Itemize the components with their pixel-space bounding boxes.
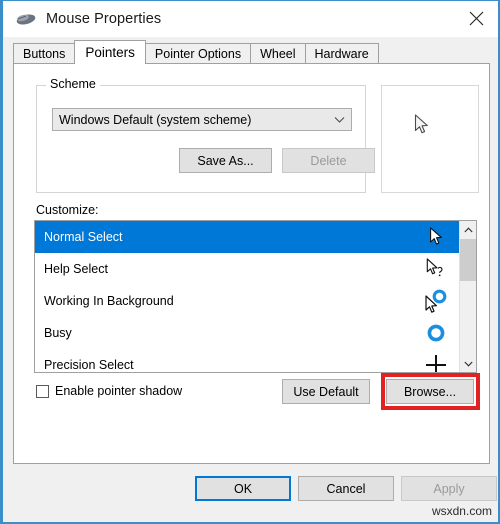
- scrollbar-up-button[interactable]: [460, 221, 476, 238]
- tab-strip: Buttons Pointers Pointer Options Wheel H…: [13, 40, 490, 64]
- list-item[interactable]: Working In Background: [35, 285, 459, 317]
- window-title: Mouse Properties: [46, 11, 162, 27]
- ok-button[interactable]: OK: [195, 476, 291, 501]
- tab-wheel[interactable]: Wheel: [250, 43, 306, 63]
- arrow-ring-cursor: [419, 286, 453, 316]
- tab-pointers[interactable]: Pointers: [74, 40, 146, 64]
- list-item-label: Working In Background: [44, 294, 174, 308]
- normal-select-arrow-cursor: [414, 114, 428, 134]
- scheme-group: Scheme Windows Default (system scheme) S…: [36, 77, 375, 193]
- apply-button: Apply: [401, 476, 497, 501]
- customize-label: Customize:: [36, 203, 99, 217]
- scheme-dropdown-value: Windows Default (system scheme): [59, 112, 252, 127]
- scrollbar-thumb[interactable]: [460, 239, 476, 281]
- arrow-question-cursor: [419, 254, 453, 284]
- tab-buttons[interactable]: Buttons: [13, 43, 76, 63]
- chevron-up-icon: [463, 226, 473, 232]
- cursor-list-scrollbar[interactable]: [459, 221, 476, 372]
- save-as-button[interactable]: Save As...: [179, 148, 272, 173]
- tab-hardware[interactable]: Hardware: [304, 43, 379, 63]
- dialog-footer: OK Cancel Apply wsxdn.com: [3, 466, 498, 522]
- enable-pointer-shadow-checkbox[interactable]: Enable pointer shadow: [36, 384, 182, 398]
- pointers-tab-panel: Scheme Windows Default (system scheme) S…: [13, 63, 490, 464]
- scheme-dropdown[interactable]: Windows Default (system scheme): [52, 108, 352, 131]
- list-item-label: Normal Select: [44, 230, 123, 244]
- close-icon: [469, 11, 483, 25]
- list-item[interactable]: Busy: [35, 317, 459, 349]
- cancel-button[interactable]: Cancel: [298, 476, 394, 501]
- checkbox-box: [36, 384, 49, 398]
- cursor-list[interactable]: Normal Select Help Select Working In Bac…: [34, 220, 477, 373]
- browse-button[interactable]: Browse...: [386, 379, 474, 404]
- delete-button: Delete: [282, 148, 375, 173]
- enable-pointer-shadow-label: Enable pointer shadow: [55, 384, 183, 398]
- list-item[interactable]: Help Select: [35, 253, 459, 285]
- list-item[interactable]: Normal Select: [35, 221, 459, 253]
- ring-busy-cursor: [419, 318, 453, 348]
- list-item-label: Precision Select: [44, 358, 134, 372]
- title-bar: Mouse Properties: [3, 1, 498, 37]
- watermark: wsxdn.com: [431, 504, 492, 518]
- cursor-list-items: Normal Select Help Select Working In Bac…: [35, 221, 459, 372]
- scrollbar-down-button[interactable]: [460, 355, 476, 372]
- list-item-label: Busy: [44, 326, 72, 340]
- scheme-group-label: Scheme: [46, 77, 100, 91]
- tab-pointer-options[interactable]: Pointer Options: [144, 43, 252, 63]
- crosshair-cursor: [419, 350, 453, 372]
- use-default-button[interactable]: Use Default: [282, 379, 370, 404]
- cursor-preview-pane: [381, 85, 479, 193]
- arrow-cursor: [419, 222, 453, 252]
- list-item-label: Help Select: [44, 262, 108, 276]
- mouse-properties-window: Mouse Properties Buttons Pointers Pointe…: [0, 0, 500, 524]
- chevron-down-icon: [327, 116, 351, 124]
- list-item[interactable]: Precision Select: [35, 349, 459, 372]
- chevron-down-icon: [463, 361, 473, 367]
- close-button[interactable]: [454, 1, 498, 35]
- mouse-icon: [16, 14, 36, 25]
